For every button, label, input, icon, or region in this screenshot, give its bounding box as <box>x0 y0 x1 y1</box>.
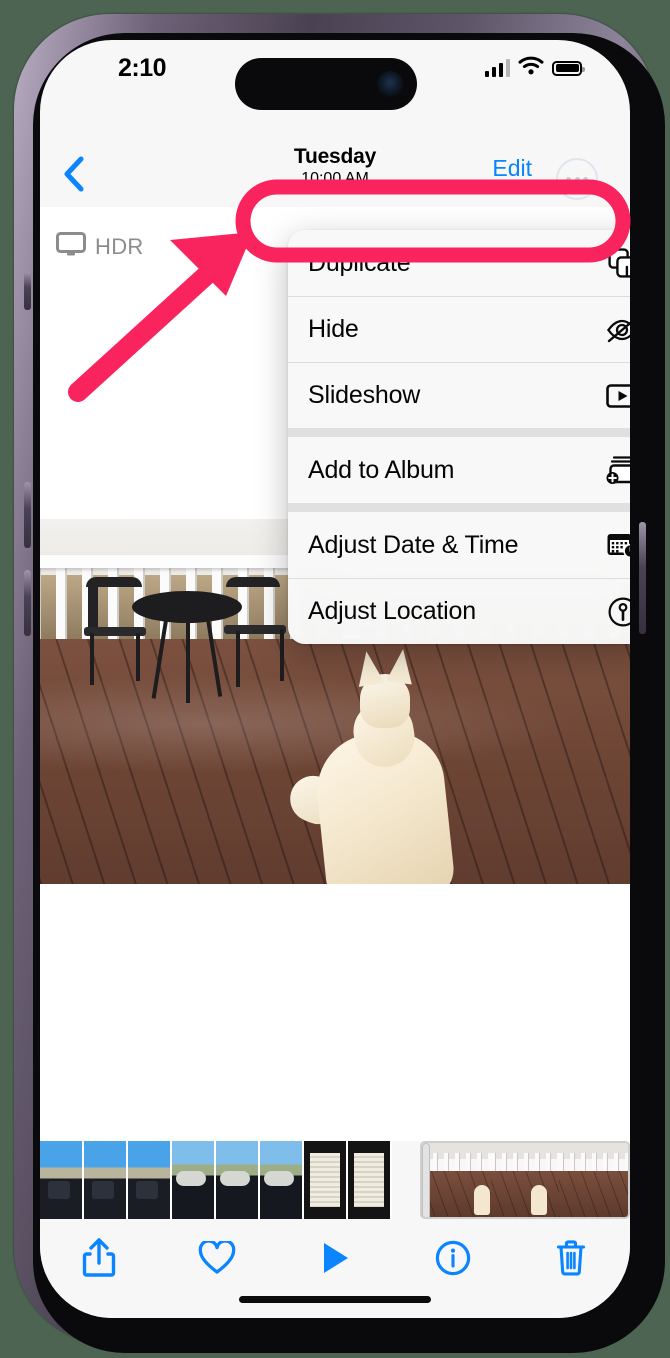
share-button[interactable] <box>70 1231 128 1285</box>
photo-letterbox-area <box>40 884 630 1141</box>
ellipsis-dot <box>574 176 580 182</box>
dynamic-island <box>235 58 417 110</box>
filmstrip-thumbnail[interactable] <box>260 1141 304 1219</box>
phone-screen: HDR Tuesday 10:00 AM Edit 2:10 Duplicate… <box>40 40 630 1318</box>
volume-up-button[interactable] <box>24 482 31 548</box>
photo-chair-left-leg2 <box>136 633 140 681</box>
menu-item-label: Slideshow <box>308 381 421 409</box>
menu-item-label: Duplicate <box>308 248 411 277</box>
display-icon <box>56 232 86 261</box>
filmstrip-selected-group[interactable] <box>420 1141 630 1219</box>
ellipsis-dot <box>566 176 571 182</box>
photo-chair-right-leg2 <box>280 629 284 681</box>
hdr-badge: HDR <box>56 232 144 261</box>
filmstrip-thumbnail[interactable] <box>84 1141 128 1219</box>
photo-dog-ear-left <box>353 649 385 687</box>
menu-item-slideshow[interactable]: Slideshow <box>288 362 630 428</box>
page-title: Tuesday <box>293 145 377 168</box>
photo-chair-left-leg1 <box>90 633 94 685</box>
menu-item-label: Add to Album <box>308 455 455 484</box>
menu-item-adjust-date-time[interactable]: Adjust Date & Time <box>288 512 630 578</box>
front-camera-icon <box>377 71 403 97</box>
ellipsis-dot <box>583 176 588 182</box>
menu-item-label: Adjust Date & Time <box>308 530 519 559</box>
location-pin-icon <box>606 597 630 627</box>
play-button[interactable] <box>306 1231 364 1285</box>
filmstrip-thumbnail[interactable] <box>216 1141 260 1219</box>
context-menu-group: Adjust Date & Time Adjust Location <box>288 503 630 644</box>
photo-chair-left <box>88 581 98 633</box>
photo-chair-right-leg1 <box>236 631 240 687</box>
delete-button[interactable] <box>542 1231 600 1285</box>
slideshow-play-icon <box>606 383 630 409</box>
wifi-icon <box>518 56 544 80</box>
context-menu-group: Add to Album <box>288 428 630 503</box>
menu-item-add-to-album[interactable]: Add to Album <box>288 437 630 503</box>
photo-dog-ear-right <box>386 647 416 685</box>
bottom-toolbar <box>40 1219 630 1318</box>
power-button[interactable] <box>639 522 646 634</box>
menu-item-hide[interactable]: Hide <box>288 296 630 362</box>
navigation-bar: Tuesday 10:00 AM Edit <box>40 145 630 207</box>
home-indicator[interactable] <box>239 1296 431 1303</box>
photo-chair-left-back <box>86 577 142 587</box>
filmstrip-thumbnail[interactable] <box>172 1141 216 1219</box>
filmstrip-gap <box>392 1141 420 1219</box>
page-subtitle: 10:00 AM <box>301 170 369 187</box>
filmstrip-thumbnail[interactable] <box>128 1141 172 1219</box>
add-to-album-icon <box>606 455 630 485</box>
status-indicators <box>484 56 585 80</box>
trash-icon <box>556 1240 586 1276</box>
menu-item-label: Adjust Location <box>308 597 476 625</box>
info-button[interactable] <box>424 1231 482 1285</box>
status-time: 2:10 <box>117 54 167 82</box>
context-menu-group: Duplicate Hide Slideshow <box>288 230 630 428</box>
eye-slash-icon <box>606 317 630 343</box>
nav-title-block: Tuesday 10:00 AM <box>40 145 630 188</box>
menu-item-duplicate[interactable]: Duplicate <box>288 230 630 296</box>
photo-table-leg3 <box>186 617 190 703</box>
filmstrip-scrub-handle[interactable] <box>422 1143 430 1217</box>
photo-chair-right-seat <box>224 625 286 634</box>
play-icon <box>324 1243 348 1273</box>
more-options-button[interactable] <box>556 158 598 200</box>
filmstrip-thumbnail[interactable] <box>348 1141 392 1219</box>
context-menu[interactable]: Duplicate Hide Slideshow Add to Album Ad… <box>288 230 630 644</box>
hdr-label: HDR <box>95 233 144 259</box>
heart-icon <box>198 1241 236 1274</box>
filmstrip-selected-thumbnail[interactable] <box>559 1143 628 1217</box>
photo-filmstrip[interactable] <box>40 1141 630 1219</box>
edit-button[interactable]: Edit <box>492 155 532 182</box>
calendar-clock-icon <box>606 531 630 559</box>
action-button[interactable] <box>24 272 31 310</box>
filmstrip-selected-thumbnail[interactable] <box>490 1143 560 1217</box>
photo-chair-right-back <box>226 577 280 587</box>
filmstrip-thumbnails[interactable] <box>40 1141 392 1219</box>
duplicate-icon <box>606 248 630 278</box>
volume-down-button[interactable] <box>24 570 31 636</box>
filmstrip-selected-thumbnail[interactable] <box>422 1143 491 1217</box>
share-icon <box>82 1238 116 1277</box>
menu-item-adjust-location[interactable]: Adjust Location <box>288 578 630 644</box>
battery-icon <box>552 60 585 76</box>
favorite-button[interactable] <box>188 1231 246 1285</box>
menu-item-label: Hide <box>308 315 359 343</box>
filmstrip-thumbnail[interactable] <box>40 1141 84 1219</box>
signal-bars-icon <box>484 59 510 77</box>
filmstrip-thumbnail[interactable] <box>304 1141 348 1219</box>
info-circle-icon <box>435 1240 471 1276</box>
